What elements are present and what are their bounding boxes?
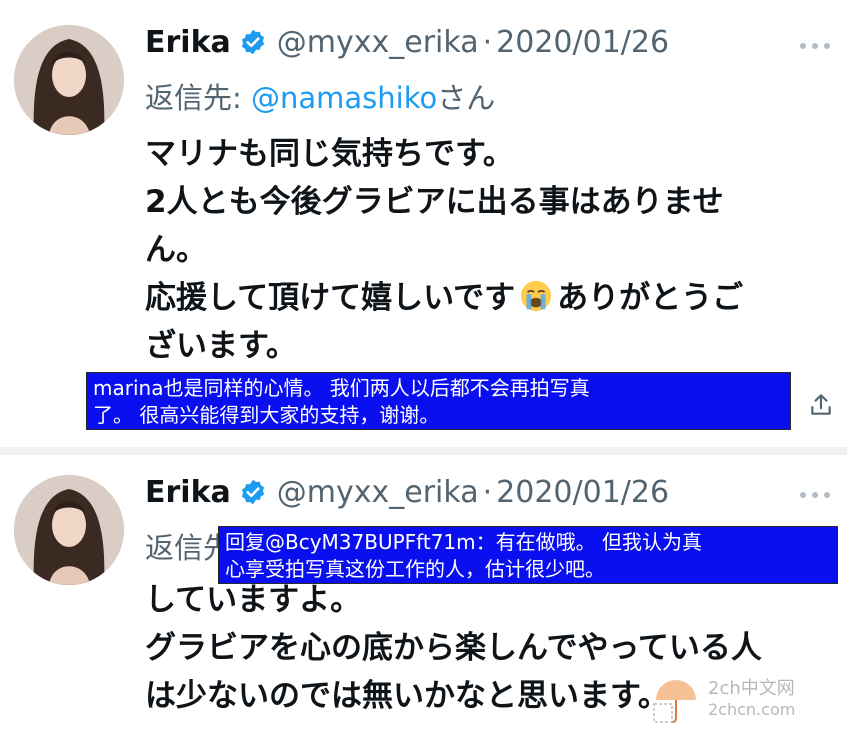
tweet-divider <box>0 447 847 455</box>
handle[interactable]: @myxx_erika <box>277 475 479 510</box>
display-name[interactable]: Erika <box>145 25 231 60</box>
tweet-text: マリナも同じ気持ちです。 2人とも今後グラビアに出る事はありませ ん。 応援して… <box>145 130 835 370</box>
tweet-date[interactable]: 2020/01/26 <box>496 25 669 60</box>
reply-to-prefix: 返信先: <box>145 81 251 115</box>
verified-badge-icon <box>241 479 264 505</box>
watermark-logo-icon <box>653 680 696 723</box>
more-icon[interactable] <box>797 483 833 498</box>
handle[interactable]: @myxx_erika <box>277 25 479 60</box>
tweet-header: Erika @myxx_erika · 2020/01/26 <box>145 472 669 512</box>
tweet-line: 2人とも今後グラビアに出る事はありませ <box>145 184 724 220</box>
translation-overlay-1: marina也是同样的心情。 我们两人以后都不会再拍写真 了。 很高兴能得到大家… <box>86 372 791 430</box>
watermark-text: 2ch中文网 <box>708 678 795 699</box>
tweet-line-part: 応援して頂けて嬉しいです <box>145 280 516 316</box>
tweet-line-with-emoji: 応援して頂けて嬉しいです ありがとうご <box>145 274 835 322</box>
crying-emoji-icon <box>521 280 552 312</box>
tweet-line: ざいます。 <box>145 328 297 364</box>
translation-line: marina也是同样的心情。 我们两人以后都不会再拍写真 <box>93 376 590 400</box>
translation-line: 了。 很高兴能得到大家的支持，谢谢。 <box>93 403 440 427</box>
share-icon[interactable] <box>808 392 834 418</box>
tweet-date[interactable]: 2020/01/26 <box>496 475 669 510</box>
more-icon[interactable] <box>797 34 833 49</box>
avatar[interactable] <box>14 475 124 585</box>
tweet-line: グラビアを心の底から楽しんでやっている人 <box>145 630 762 666</box>
translation-overlay-2: 回复@BcyM37BUPFft71m：有在做哦。 但我认为真 心享受拍写真这份工… <box>218 526 838 584</box>
verified-badge-icon <box>241 29 264 55</box>
avatar[interactable] <box>14 25 124 135</box>
translation-line: 心享受拍写真这份工作的人，估计很少吧。 <box>225 557 605 581</box>
reply-to-suffix: さん <box>437 81 496 115</box>
display-name[interactable]: Erika <box>145 475 231 510</box>
separator-dot: · <box>482 474 493 510</box>
watermark: 2ch中文网 2chcn.com <box>650 674 840 734</box>
tweet-line: ん。 <box>145 232 207 268</box>
avatar-photo <box>14 25 124 135</box>
avatar-photo <box>14 475 124 585</box>
watermark-url: 2chcn.com <box>708 700 796 719</box>
tweet-line: マリナも同じ気持ちです。 <box>145 136 514 172</box>
tweet-line-part: ありがとうご <box>557 280 744 316</box>
reply-to: 返信先: @namashikoさん <box>145 75 495 117</box>
reply-mention-link[interactable]: @namashiko <box>251 81 437 115</box>
separator-dot: · <box>482 24 493 60</box>
translation-line: 回复@BcyM37BUPFft71m：有在做哦。 但我认为真 <box>225 530 703 554</box>
tweet-header: Erika @myxx_erika · 2020/01/26 <box>145 22 669 62</box>
